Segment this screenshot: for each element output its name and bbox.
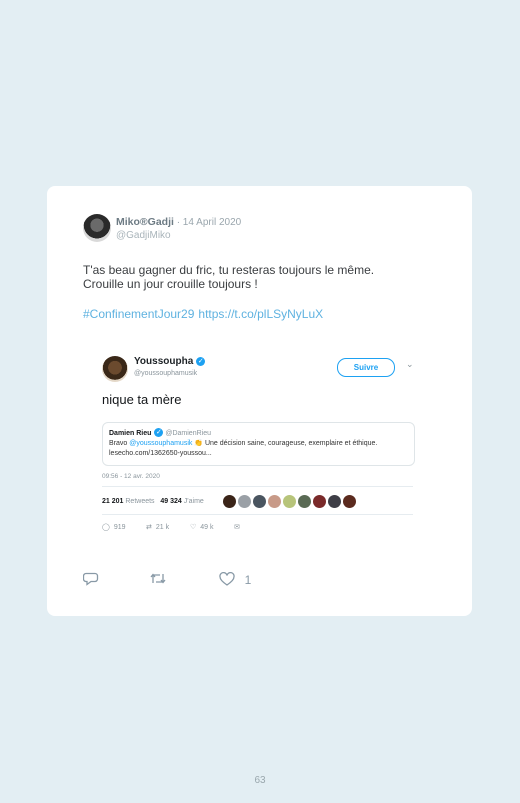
heart-icon: ♡ (190, 524, 197, 531)
mail-icon: ✉ (234, 524, 240, 531)
retweet-icon: ⇄ (146, 524, 152, 531)
embedded-author: Youssoupha ✓ (134, 356, 206, 367)
embedded-handle: @youssouphamusik (134, 370, 198, 377)
tweet-card: Miko®Gadji · 14 April 2020 @GadjiMiko T'… (47, 186, 472, 616)
divider (102, 486, 413, 487)
retweet-total-label: Retweets (125, 498, 155, 505)
quoted-link: lesecho.com/1362650-youssou... (109, 450, 212, 457)
verified-icon: ✓ (154, 428, 164, 437)
retweet-count: 21 k (155, 524, 170, 531)
quoted-body-rest: 👏 Une décision saine, courageuse, exempl… (192, 440, 378, 447)
tweet-text-line: T'as beau gagner du fric, tu resteras to… (83, 263, 375, 277)
tweet-links: #ConfinementJour29 https://t.co/plLSyNyLu… (83, 307, 327, 321)
author-handle[interactable]: @GadjiMiko (116, 230, 171, 241)
embedded-tweet-screenshot[interactable]: Youssoupha ✓ @youssouphamusik Suivre ⌄ ni… (94, 346, 424, 546)
chevron-down-icon: ⌄ (406, 359, 414, 369)
divider (102, 514, 413, 515)
embedded-like: ♡ 49 k (190, 523, 214, 531)
like-button[interactable]: 1 (219, 571, 251, 587)
reply-icon: ◯ (102, 524, 110, 531)
reply-icon[interactable] (83, 571, 99, 586)
embedded-retweet: ⇄ 21 k (146, 523, 169, 531)
liker-avatar (313, 495, 326, 508)
liker-avatar (268, 495, 281, 508)
verified-icon: ✓ (196, 357, 206, 366)
page-number: 63 (254, 775, 266, 786)
liker-avatar (253, 495, 266, 508)
retweet-total: 21 201 (102, 498, 124, 505)
embedded-text: nique ta mère (102, 392, 182, 407)
tweet-date[interactable]: · 14 April 2020 (177, 217, 242, 228)
tweet-text-line: Crouille un jour crouille toujours ! (83, 277, 258, 291)
like-count: 49 k (200, 524, 214, 531)
follow-button: Suivre (337, 358, 395, 377)
embedded-author-name: Youssoupha (134, 356, 194, 367)
quoted-tweet: Damien Rieu ✓ @DamienRieu Bravo @youssoup… (102, 422, 415, 466)
like-total: 49 324 (160, 498, 182, 505)
retweet-icon[interactable] (149, 571, 167, 586)
hashtag-link[interactable]: #ConfinementJour29 (83, 307, 194, 321)
liker-avatar (283, 495, 296, 508)
author-name[interactable]: Miko®Gadji (116, 216, 174, 228)
quoted-mention: @youssouphamusik (129, 440, 193, 447)
tweet-actions: 1 (83, 571, 283, 587)
avatar[interactable] (83, 214, 111, 242)
tweet-header: Miko®Gadji · 14 April 2020 (116, 216, 241, 228)
quoted-header: Damien Rieu ✓ @DamienRieu (109, 428, 211, 437)
url-link[interactable]: https://t.co/plLSyNyLuX (198, 307, 323, 321)
liker-avatar (328, 495, 341, 508)
heart-icon[interactable] (219, 572, 235, 587)
embedded-reply: ◯ 919 (102, 523, 126, 531)
like-total-label: J'aime (183, 498, 204, 505)
liker-avatar (343, 495, 356, 508)
embedded-timestamp: 09:56 - 12 avr. 2020 (102, 473, 160, 480)
quoted-body: Bravo @youssouphamusik 👏 Une décision sa… (109, 439, 411, 459)
liker-avatar (298, 495, 311, 508)
quoted-author: Damien Rieu (109, 430, 152, 437)
liker-avatar (238, 495, 251, 508)
embedded-avatar (102, 356, 128, 382)
quoted-body-prefix: Bravo (109, 440, 130, 447)
embedded-stats: 21 201 Retweets 49 324 J'aime (102, 498, 204, 505)
liker-avatar (223, 495, 236, 508)
tweet-text: T'as beau gagner du fric, tu resteras to… (83, 263, 443, 291)
quoted-handle: @DamienRieu (165, 430, 211, 437)
like-count: 1 (244, 572, 252, 587)
reply-count: 919 (113, 524, 126, 531)
